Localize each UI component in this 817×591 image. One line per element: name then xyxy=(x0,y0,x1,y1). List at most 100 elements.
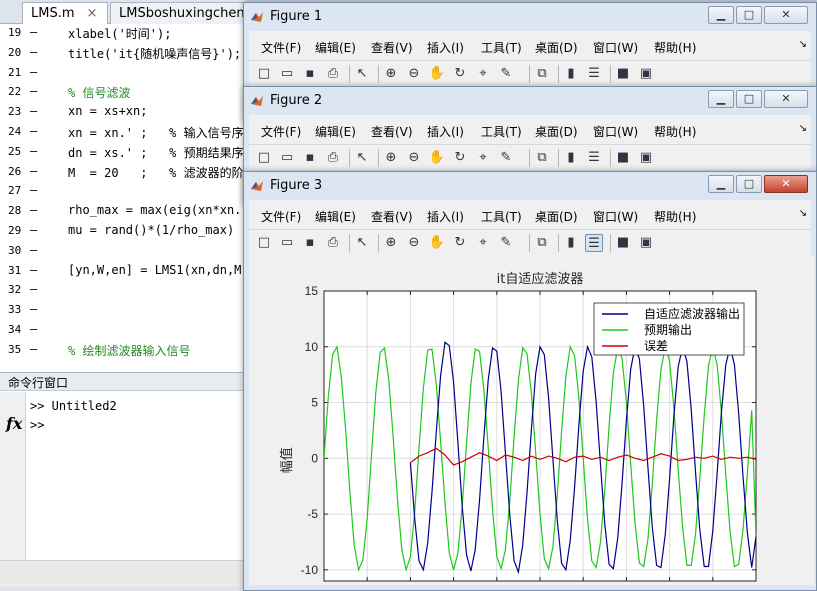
colorbar-icon[interactable]: ▮ xyxy=(562,65,580,83)
zoom-in-icon[interactable]: ⊕ xyxy=(382,149,400,167)
menu-item-2[interactable]: 查看(V) xyxy=(371,208,413,225)
breakpoint-marker[interactable]: – xyxy=(30,45,37,59)
link-plot-icon[interactable]: ⧉ xyxy=(533,234,551,252)
link-plot-icon[interactable]: ⧉ xyxy=(533,149,551,167)
brush-icon[interactable]: ✎ xyxy=(497,149,515,167)
new-figure-icon[interactable]: □ xyxy=(255,234,273,252)
data-cursor-icon[interactable]: ⌖ xyxy=(474,65,492,83)
menu-item-2[interactable]: 查看(V) xyxy=(371,39,413,56)
code-line[interactable]: 21– xyxy=(0,64,245,83)
menu-overflow-icon[interactable]: ↘ xyxy=(799,39,807,50)
legend-icon[interactable]: ☰ xyxy=(585,234,603,252)
breakpoint-marker[interactable]: – xyxy=(30,124,37,138)
code-line[interactable]: 28– rho_max = max(eig(xn*xn.' xyxy=(0,202,245,221)
save-icon[interactable]: ▪ xyxy=(301,149,319,167)
pointer-icon[interactable]: ↖ xyxy=(353,234,371,252)
hide-plot-tools-icon[interactable]: ■ xyxy=(614,65,632,83)
code-line[interactable]: 23– xn = xs+xn; xyxy=(0,103,245,122)
code-line[interactable]: 27– xyxy=(0,182,245,201)
code-line[interactable]: 20– title('it{随机噪声信号}'); xyxy=(0,44,245,63)
code-line[interactable]: 30– xyxy=(0,242,245,261)
menu-item-0[interactable]: 文件(F) xyxy=(261,208,301,225)
zoom-out-icon[interactable]: ⊖ xyxy=(405,234,423,252)
zoom-in-icon[interactable]: ⊕ xyxy=(382,234,400,252)
menu-item-3[interactable]: 插入(I) xyxy=(427,208,464,225)
zoom-out-icon[interactable]: ⊖ xyxy=(405,149,423,167)
save-icon[interactable]: ▪ xyxy=(301,65,319,83)
menu-item-7[interactable]: 帮助(H) xyxy=(654,208,696,225)
breakpoint-marker[interactable]: – xyxy=(30,25,37,39)
open-file-icon[interactable]: ▭ xyxy=(278,65,296,83)
close-button[interactable]: ✕ xyxy=(764,90,808,108)
code-line[interactable]: 22– % 信号滤波 xyxy=(0,83,245,102)
breakpoint-marker[interactable]: – xyxy=(30,302,37,316)
hide-plot-tools-icon[interactable]: ■ xyxy=(614,149,632,167)
open-file-icon[interactable]: ▭ xyxy=(278,149,296,167)
pointer-icon[interactable]: ↖ xyxy=(353,149,371,167)
code-line[interactable]: 31– [yn,W,en] = LMS1(xn,dn,M, xyxy=(0,262,245,281)
menu-item-1[interactable]: 编辑(E) xyxy=(315,208,356,225)
save-icon[interactable]: ▪ xyxy=(301,234,319,252)
print-icon[interactable]: ⎙ xyxy=(324,149,342,167)
rotate-3d-icon[interactable]: ↻ xyxy=(451,234,469,252)
code-line[interactable]: 19– xlabel('时间'); xyxy=(0,24,245,43)
minimize-button[interactable]: ▁ xyxy=(708,6,734,24)
menu-item-7[interactable]: 帮助(H) xyxy=(654,123,696,140)
code-line[interactable]: 25– dn = xs.' ; % 预期结果序 xyxy=(0,143,245,162)
breakpoint-marker[interactable]: – xyxy=(30,243,37,257)
figure-1-titlebar[interactable]: Figure 1 ▁ □ ✕ xyxy=(244,3,816,31)
menu-item-6[interactable]: 窗口(W) xyxy=(593,123,638,140)
breakpoint-marker[interactable]: – xyxy=(30,263,37,277)
menu-item-6[interactable]: 窗口(W) xyxy=(593,39,638,56)
adaptive-filter-chart[interactable]: 15 10 5 0 -5 -10 it自适应滤波器幅值 自适应滤波器输出预期输出误差 xyxy=(249,255,814,585)
close-button[interactable]: ✕ xyxy=(764,175,808,193)
menu-item-2[interactable]: 查看(V) xyxy=(371,123,413,140)
fx-function-browser-icon[interactable]: fx xyxy=(6,414,22,433)
menu-overflow-icon[interactable]: ↘ xyxy=(799,123,807,134)
code-line[interactable]: 32– xyxy=(0,281,245,300)
menu-item-3[interactable]: 插入(I) xyxy=(427,123,464,140)
figure-2-titlebar[interactable]: Figure 2 ▁ □ ✕ xyxy=(244,87,816,115)
breakpoint-marker[interactable]: – xyxy=(30,342,37,356)
breakpoint-marker[interactable]: – xyxy=(30,282,37,296)
data-cursor-icon[interactable]: ⌖ xyxy=(474,234,492,252)
pan-hand-icon[interactable]: ✋ xyxy=(428,234,446,252)
menu-item-4[interactable]: 工具(T) xyxy=(481,39,522,56)
show-plot-tools-icon[interactable]: ▣ xyxy=(637,149,655,167)
command-window[interactable]: 命令行窗口 fx >> Untitled2 >> xyxy=(0,372,245,588)
breakpoint-marker[interactable]: – xyxy=(30,223,37,237)
menu-item-3[interactable]: 插入(I) xyxy=(427,39,464,56)
code-line[interactable]: 24– xn = xn.' ; % 输入信号序 xyxy=(0,123,245,142)
colorbar-icon[interactable]: ▮ xyxy=(562,234,580,252)
minimize-button[interactable]: ▁ xyxy=(708,90,734,108)
tab-lmsboshuxingchen[interactable]: LMSboshuxingchen xyxy=(110,2,245,24)
menu-item-0[interactable]: 文件(F) xyxy=(261,123,301,140)
menu-item-6[interactable]: 窗口(W) xyxy=(593,208,638,225)
menu-item-5[interactable]: 桌面(D) xyxy=(535,208,578,225)
menu-item-5[interactable]: 桌面(D) xyxy=(535,39,578,56)
rotate-3d-icon[interactable]: ↻ xyxy=(451,65,469,83)
code-line[interactable]: 34– xyxy=(0,321,245,340)
zoom-out-icon[interactable]: ⊖ xyxy=(405,65,423,83)
code-area[interactable]: 19– xlabel('时间'); 20– title('it{随机噪声信号}'); 2… xyxy=(0,24,245,372)
breakpoint-marker[interactable]: – xyxy=(30,84,37,98)
show-plot-tools-icon[interactable]: ▣ xyxy=(637,65,655,83)
menu-item-4[interactable]: 工具(T) xyxy=(481,123,522,140)
new-figure-icon[interactable]: □ xyxy=(255,65,273,83)
hide-plot-tools-icon[interactable]: ■ xyxy=(614,234,632,252)
figure-3-plot-area[interactable]: 15 10 5 0 -5 -10 it自适应滤波器 幅值 自适应滤波器输出 预期输出 误差 xyxy=(249,255,814,585)
code-line[interactable]: 29– mu = rand()*(1/rho_max) xyxy=(0,222,245,241)
brush-icon[interactable]: ✎ xyxy=(497,65,515,83)
code-line[interactable]: 35– % 绘制滤波器输入信号 xyxy=(0,341,245,360)
minimize-button[interactable]: ▁ xyxy=(708,175,734,193)
breakpoint-marker[interactable]: – xyxy=(30,65,37,79)
open-file-icon[interactable]: ▭ xyxy=(278,234,296,252)
code-line[interactable]: 26– M = 20 ; % 滤波器的阶 xyxy=(0,163,245,182)
show-plot-tools-icon[interactable]: ▣ xyxy=(637,234,655,252)
colorbar-icon[interactable]: ▮ xyxy=(562,149,580,167)
breakpoint-marker[interactable]: – xyxy=(30,183,37,197)
breakpoint-marker[interactable]: – xyxy=(30,144,37,158)
pan-hand-icon[interactable]: ✋ xyxy=(428,149,446,167)
horizontal-scrollbar[interactable] xyxy=(0,560,245,588)
breakpoint-marker[interactable]: – xyxy=(30,164,37,178)
